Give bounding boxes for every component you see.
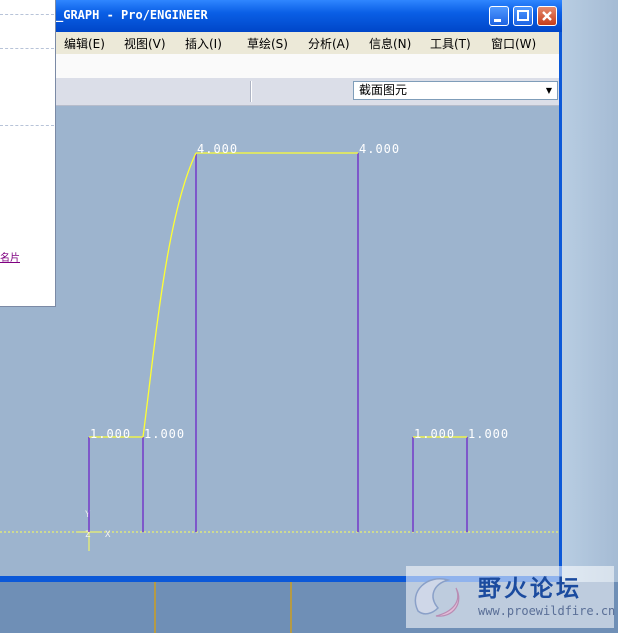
flame-logo-icon: [414, 578, 460, 617]
dimension-label[interactable]: 4.000: [359, 142, 400, 156]
minimize-button[interactable]: [489, 6, 509, 26]
watermark-title: 野火论坛: [478, 576, 582, 602]
toolbar-strip: [4, 54, 559, 78]
browser-panel: 名片: [0, 0, 56, 307]
dimension-label[interactable]: 1.000: [468, 427, 509, 441]
window-title: _GRAPH - Pro/ENGINEER: [56, 8, 208, 22]
dimension-label[interactable]: 1.000: [144, 427, 185, 441]
selection-filter-dropdown[interactable]: 截面图元 ▼: [353, 81, 558, 100]
close-icon: [542, 11, 552, 21]
menu-tools[interactable]: 工具(T): [430, 35, 471, 52]
taskbar-divider: [290, 582, 292, 633]
proe-main-window: _GRAPH - Pro/ENGINEER 编辑(E) 视图(V) 插入(I) …: [0, 0, 562, 582]
close-button[interactable]: [537, 6, 557, 26]
minimize-icon: [494, 19, 501, 22]
menu-view[interactable]: 视图(V): [124, 35, 166, 52]
dropdown-arrow-icon[interactable]: ▼: [546, 82, 552, 99]
filter-toolbar: 截面图元 ▼: [4, 78, 559, 106]
graph-curve: [142, 152, 197, 438]
menu-info[interactable]: 信息(N): [369, 35, 411, 52]
desktop-background: [562, 0, 618, 582]
dimension-label[interactable]: 1.000: [90, 427, 131, 441]
menu-bar: 编辑(E) 视图(V) 插入(I) 草绘(S) 分析(A) 信息(N) 工具(T…: [4, 32, 559, 54]
watermark-url: www.proewildfire.cn: [478, 604, 616, 618]
filter-value: 截面图元: [359, 83, 408, 97]
graphics-canvas[interactable]: Y Z X 1.000 1.000 4.000 4.000 1.000 1.00…: [0, 106, 559, 576]
sketch-graph: Y Z X 1.000 1.000 4.000 4.000 1.000 1.00…: [0, 142, 559, 551]
dimension-label[interactable]: 1.000: [414, 427, 455, 441]
dimension-label[interactable]: 4.000: [197, 142, 238, 156]
taskbar-divider: [154, 582, 156, 633]
panel-link[interactable]: 名片: [0, 249, 20, 264]
x-axis-label: X: [105, 530, 111, 540]
menu-insert[interactable]: 插入(I): [185, 35, 222, 52]
maximize-icon: [517, 10, 529, 21]
title-bar[interactable]: _GRAPH - Pro/ENGINEER: [0, 0, 562, 32]
menu-edit[interactable]: 编辑(E): [64, 35, 105, 52]
panel-divider: [0, 125, 54, 126]
menu-sketch[interactable]: 草绘(S): [247, 35, 288, 52]
watermark: 野火论坛 www.proewildfire.cn: [406, 566, 616, 628]
panel-divider: [0, 48, 54, 49]
menu-window[interactable]: 窗口(W): [491, 35, 536, 52]
maximize-button[interactable]: [513, 6, 533, 26]
y-axis-label: Y: [85, 510, 91, 520]
z-axis-label: Z: [85, 530, 91, 540]
toolbar-divider: [250, 81, 252, 102]
menu-analysis[interactable]: 分析(A): [308, 35, 350, 52]
panel-divider: [0, 14, 54, 15]
